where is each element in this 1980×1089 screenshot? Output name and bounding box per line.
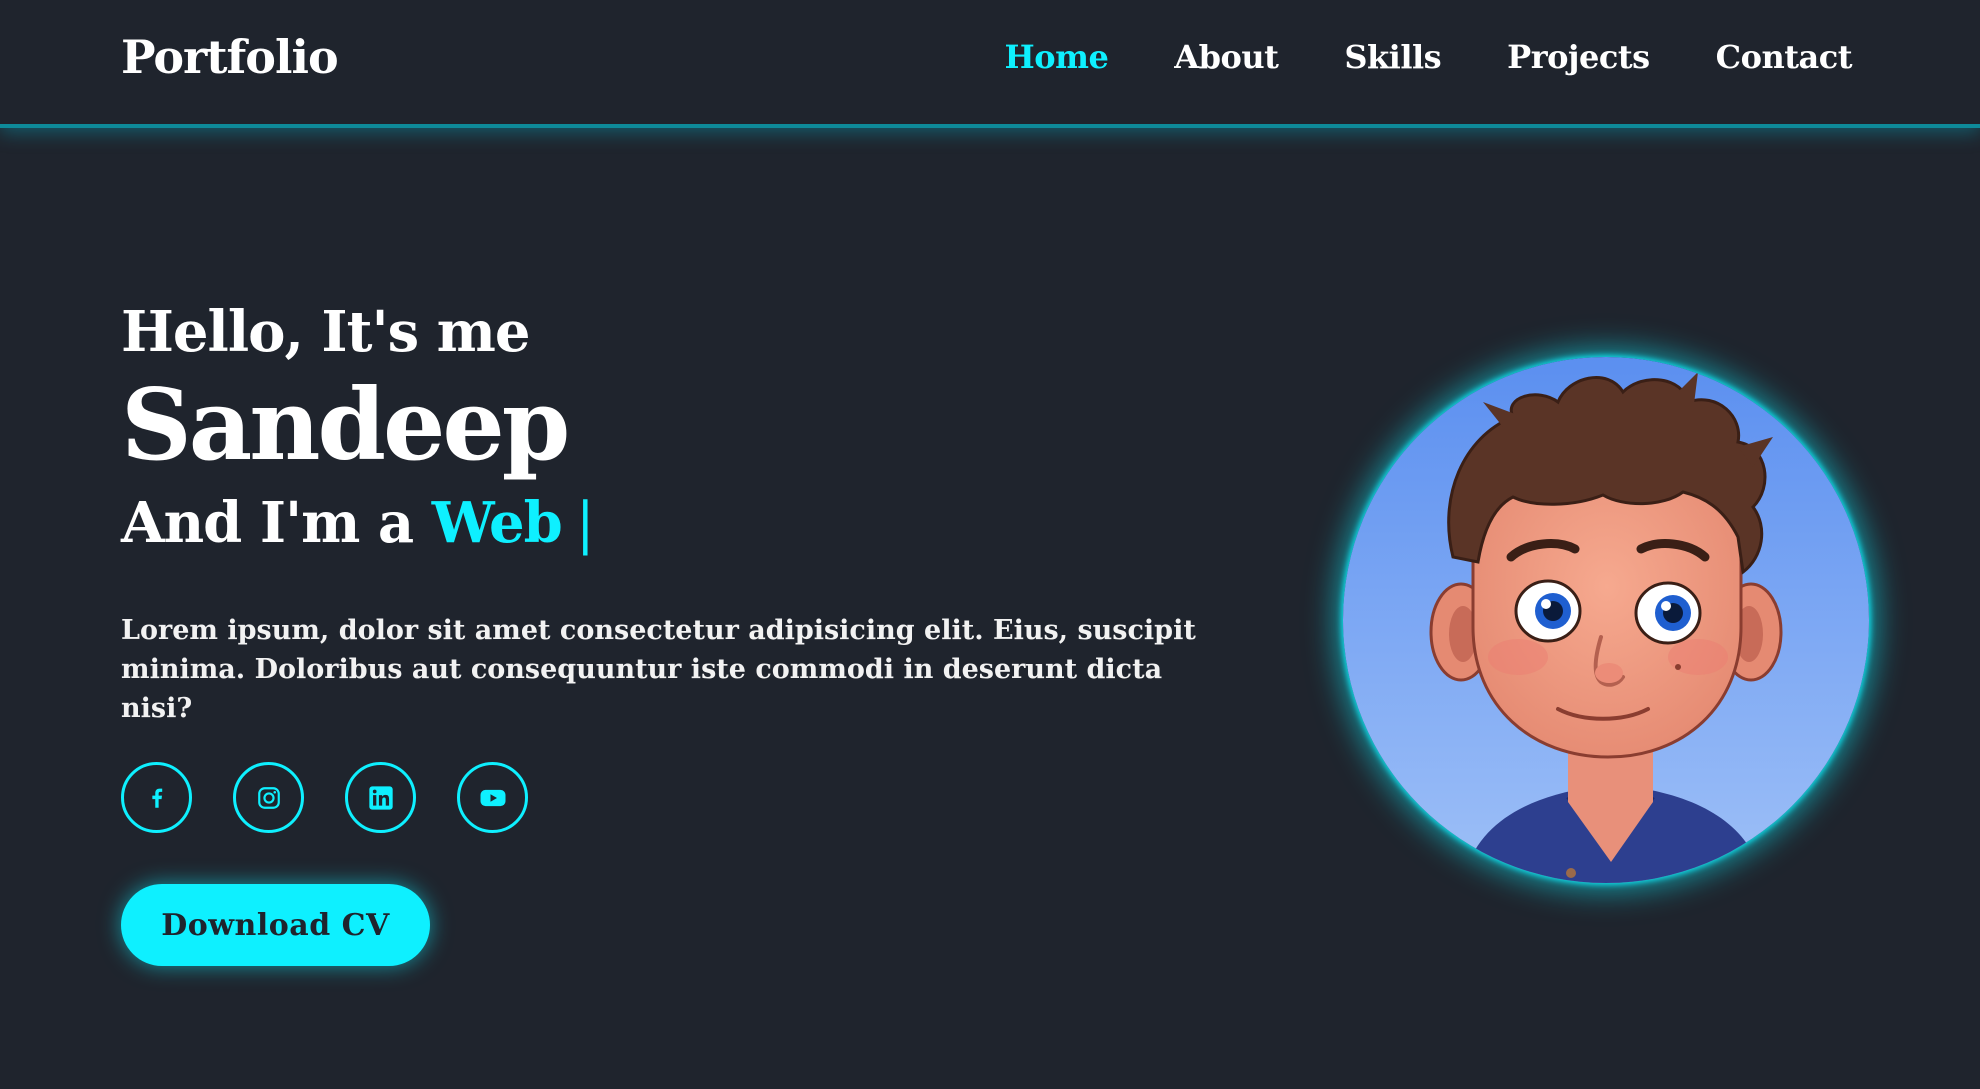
hero-role: And I'm a Web | [121, 480, 1221, 567]
nav-home[interactable]: Home [1005, 38, 1109, 76]
social-links [121, 762, 569, 833]
nav-about[interactable]: About [1174, 38, 1279, 76]
typing-cursor: | [575, 491, 595, 556]
avatar [1343, 357, 1869, 883]
youtube-link[interactable] [457, 762, 528, 833]
nav-contact[interactable]: Contact [1716, 38, 1853, 76]
role-prefix: And I'm a [121, 490, 414, 556]
role-accent: Web [431, 490, 563, 556]
instagram-link[interactable] [233, 762, 304, 833]
logo[interactable]: Portfolio [121, 30, 339, 84]
facebook-link[interactable] [121, 762, 192, 833]
hero-greeting: Hello, It's me [121, 299, 531, 365]
avatar-illustration [1343, 357, 1869, 883]
download-cv-button[interactable]: Download CV [121, 884, 430, 966]
nav-projects[interactable]: Projects [1507, 38, 1650, 76]
hero-name: Sandeep [121, 368, 570, 483]
youtube-icon [480, 789, 505, 806]
instagram-icon [257, 786, 280, 809]
hero-description: Lorem ipsum, dolor sit amet consectetur … [121, 615, 1196, 724]
linkedin-icon [368, 785, 393, 810]
linkedin-link[interactable] [345, 762, 416, 833]
site-header: Portfolio Home About Skills Projects Con… [0, 0, 1980, 128]
hero-content: Hello, It's me Sandeep And I'm a Web | Lo… [121, 292, 1221, 728]
nav-skills[interactable]: Skills [1344, 38, 1441, 76]
main-nav: Home About Skills Projects Contact [939, 38, 1853, 76]
facebook-icon [151, 788, 162, 808]
